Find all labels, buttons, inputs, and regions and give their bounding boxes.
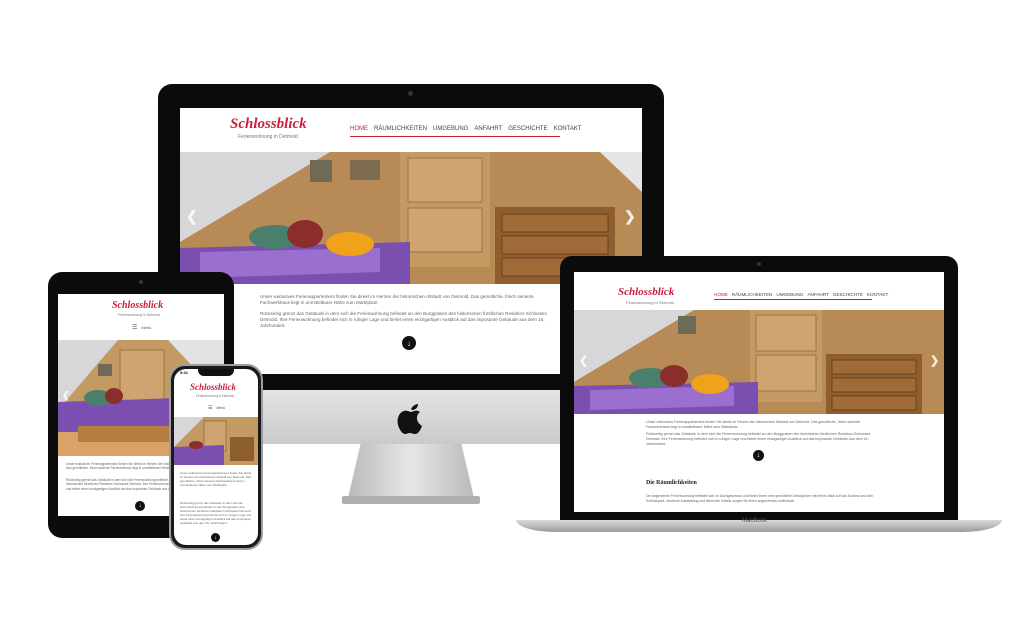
apple-logo-icon — [396, 400, 426, 434]
site-tagline: Ferienwohnung in Detmold — [196, 394, 235, 398]
iphone-screen: 9:41 Schlossblick Ferienwohnung in Detmo… — [174, 369, 258, 545]
main-nav: HOME RÄUMLICHKEITEN UMGEBUNG ANFAHRT GES… — [714, 292, 888, 297]
menu-label: Menü — [141, 325, 152, 330]
site-tagline: Ferienwohnung in Detmold — [238, 134, 298, 140]
intro-paragraph-1: Unser exklusives Ferienappartement finde… — [260, 294, 534, 306]
macbook-screen: Schlossblick Ferienwohnung in Detmold HO… — [574, 272, 944, 512]
macbook-camera — [757, 262, 761, 266]
prev-slide-arrow-icon[interactable]: ❮ — [62, 390, 70, 401]
site-logo[interactable]: Schlossblick — [190, 382, 236, 392]
nav-anfahrt[interactable]: ANFAHRT — [474, 126, 502, 132]
ipad-camera — [139, 280, 143, 284]
mobile-menu-toggle[interactable]: ☰ Menü — [208, 405, 225, 411]
site-tagline: Ferienwohnung in Detmold — [626, 300, 674, 305]
hamburger-icon: ☰ — [208, 405, 213, 411]
nav-home[interactable]: HOME — [350, 126, 368, 132]
mobile-menu-toggle[interactable]: ☰ Menü — [132, 324, 151, 331]
next-slide-arrow-icon[interactable]: ❯ — [930, 354, 939, 367]
nav-raeumlichkeiten[interactable]: RÄUMLICHKEITEN — [374, 126, 427, 132]
intro-paragraph-1: Unser exklusives Ferienappartement finde… — [180, 471, 252, 488]
scroll-down-button[interactable]: ↓ — [135, 501, 145, 511]
section-heading: Die Räumlichkeiten — [646, 480, 697, 486]
hero-image: ❮ ❯ — [574, 310, 944, 414]
imac-stand-base — [342, 496, 480, 504]
nav-underline — [714, 299, 872, 300]
section-paragraph: Die angenehme Ferienwohnung befindet sic… — [646, 494, 873, 503]
site-logo[interactable]: Schlossblick — [230, 116, 307, 133]
hamburger-icon: ☰ — [132, 325, 138, 331]
hero-image — [174, 417, 258, 465]
nav-anfahrt[interactable]: ANFAHRT — [807, 292, 828, 297]
nav-geschichte[interactable]: GESCHICHTE — [508, 126, 547, 132]
scroll-down-button[interactable]: ↓ — [753, 450, 764, 461]
prev-slide-arrow-icon[interactable]: ❮ — [579, 354, 588, 367]
intro-paragraph-2: Rückseitig grenzt das Gebäude in dem sic… — [260, 311, 547, 329]
macbook-label: MacBook — [742, 518, 768, 524]
scroll-down-button[interactable]: ↓ — [211, 533, 220, 542]
nav-kontakt[interactable]: KONTAKT — [554, 126, 582, 132]
nav-umgebung[interactable]: UMGEBUNG — [776, 292, 803, 297]
nav-underline — [350, 136, 560, 137]
intro-paragraph-2: Rückseitig grenzt das Gebäude in dem sic… — [180, 501, 252, 526]
nav-kontakt[interactable]: KONTAKT — [867, 292, 888, 297]
scroll-down-button[interactable]: ↓ — [402, 336, 416, 350]
prev-slide-arrow-icon[interactable]: ❮ — [186, 208, 198, 225]
iphone-notch — [198, 369, 234, 376]
site-logo[interactable]: Schlossblick — [618, 286, 674, 298]
intro-paragraph-2: Rückseitig grenzt das Gebäude in dem sic… — [646, 432, 871, 446]
iphone-device: 9:41 Schlossblick Ferienwohnung in Detmo… — [169, 364, 263, 550]
macbook-device: MacBook Schlossblick Ferienwohnung in De… — [516, 256, 1002, 544]
nav-raeumlichkeiten[interactable]: RÄUMLICHKEITEN — [732, 292, 773, 297]
nav-umgebung[interactable]: UMGEBUNG — [433, 126, 468, 132]
nav-home[interactable]: HOME — [714, 292, 728, 297]
menu-label: Menü — [216, 406, 226, 410]
main-nav: HOME RÄUMLICHKEITEN UMGEBUNG ANFAHRT GES… — [350, 126, 582, 132]
nav-geschichte[interactable]: GESCHICHTE — [833, 292, 863, 297]
site-logo[interactable]: Schlossblick — [112, 300, 163, 311]
intro-paragraph-1: Unser exklusives Ferienappartement finde… — [646, 420, 861, 429]
status-time: 9:41 — [180, 370, 189, 375]
imac-camera — [408, 91, 413, 96]
next-slide-arrow-icon[interactable]: ❯ — [624, 208, 636, 225]
site-tagline: Ferienwohnung in Detmold — [118, 313, 160, 317]
imac-stand — [348, 444, 474, 498]
